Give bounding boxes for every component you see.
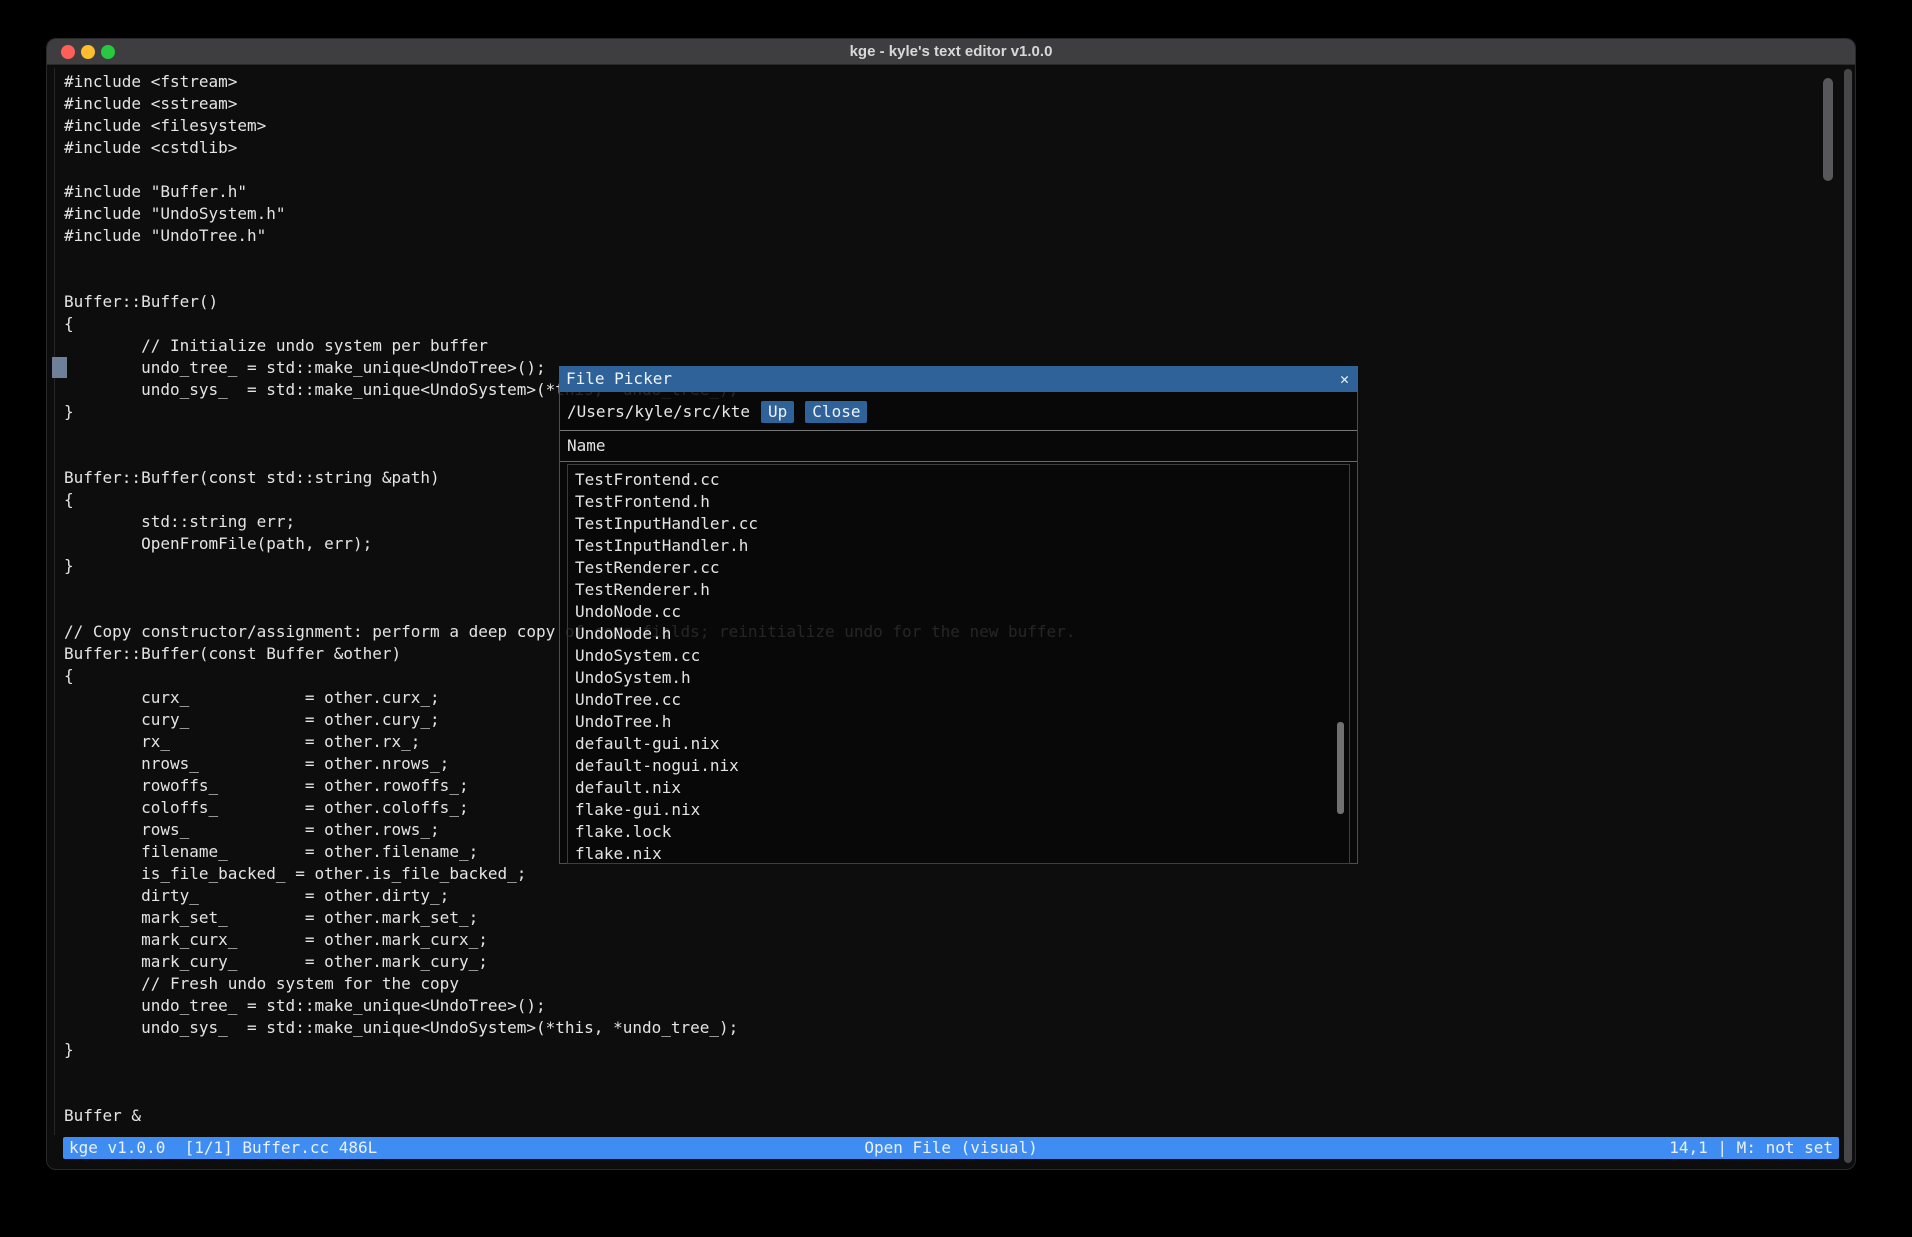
window-minimize-icon[interactable] <box>81 45 95 59</box>
file-item[interactable]: TestFrontend.h <box>575 491 1349 513</box>
file-list-scrollbar-thumb[interactable] <box>1337 722 1344 814</box>
window-titlebar: kge - kyle's text editor v1.0.0 <box>47 39 1855 65</box>
status-file-info: kge v1.0.0 [1/1] Buffer.cc 486L <box>69 1137 864 1159</box>
file-list-box: TestFrontend.ccTestFrontend.hTestInputHa… <box>567 464 1350 864</box>
file-picker-titlebar: File Picker ✕ <box>559 366 1358 392</box>
path-row: /Users/kyle/src/kte Up Close <box>567 401 1350 423</box>
file-item[interactable]: flake.lock <box>575 821 1349 843</box>
app-window: kge - kyle's text editor v1.0.0 #include… <box>46 38 1856 1170</box>
dialog-close-icon[interactable]: ✕ <box>1340 366 1349 392</box>
file-item[interactable]: default.nix <box>575 777 1349 799</box>
text-cursor <box>52 357 67 378</box>
file-item[interactable]: flake.nix <box>575 843 1349 864</box>
up-button[interactable]: Up <box>761 401 794 423</box>
status-bar: kge v1.0.0 [1/1] Buffer.cc 486L Open Fil… <box>63 1137 1839 1159</box>
editor-scrollbar-track[interactable] <box>1844 69 1852 1163</box>
name-column-header: Name <box>560 431 1357 461</box>
header-divider <box>560 461 1357 462</box>
file-item[interactable]: TestRenderer.cc <box>575 557 1349 579</box>
editor-scrollbar-thumb[interactable] <box>1823 78 1833 181</box>
file-list: TestFrontend.ccTestFrontend.hTestInputHa… <box>568 465 1349 864</box>
file-item[interactable]: TestInputHandler.h <box>575 535 1349 557</box>
file-item[interactable]: UndoSystem.h <box>575 667 1349 689</box>
window-close-icon[interactable] <box>61 45 75 59</box>
close-button[interactable]: Close <box>805 401 867 423</box>
file-item[interactable]: UndoNode.cc <box>575 601 1349 623</box>
editor-left-edge <box>54 68 55 1135</box>
file-item[interactable]: TestRenderer.h <box>575 579 1349 601</box>
status-mode: Open File (visual) <box>864 1137 1037 1159</box>
file-item[interactable]: default-nogui.nix <box>575 755 1349 777</box>
file-item[interactable]: UndoNode.h <box>575 623 1349 645</box>
file-item[interactable]: UndoTree.cc <box>575 689 1349 711</box>
traffic-lights <box>47 45 115 59</box>
window-title: kge - kyle's text editor v1.0.0 <box>47 43 1855 60</box>
window-zoom-icon[interactable] <box>101 45 115 59</box>
file-item[interactable]: UndoTree.h <box>575 711 1349 733</box>
file-item[interactable]: UndoSystem.cc <box>575 645 1349 667</box>
file-item[interactable]: TestInputHandler.cc <box>575 513 1349 535</box>
file-item[interactable]: TestFrontend.cc <box>575 469 1349 491</box>
file-picker-dialog: File Picker ✕ /Users/kyle/src/kte Up Clo… <box>559 366 1358 864</box>
file-item[interactable]: flake-gui.nix <box>575 799 1349 821</box>
status-cursor-pos: 14,1 | M: not set <box>1038 1137 1833 1159</box>
file-picker-title: File Picker <box>566 369 672 388</box>
current-path: /Users/kyle/src/kte <box>567 402 750 422</box>
file-picker-body: /Users/kyle/src/kte Up Close Name TestFr… <box>559 392 1358 864</box>
file-item[interactable]: default-gui.nix <box>575 733 1349 755</box>
